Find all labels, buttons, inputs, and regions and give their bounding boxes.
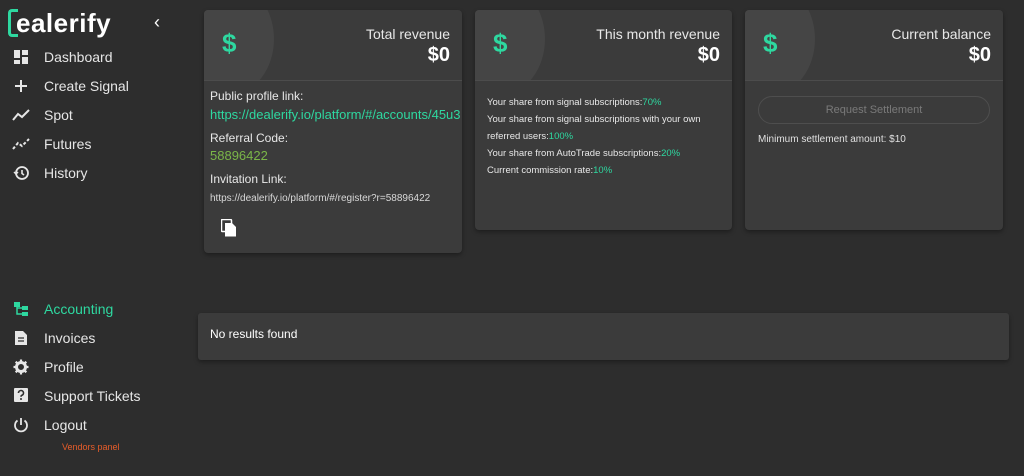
sidebar-item-spot[interactable]: Spot [12, 104, 73, 126]
sidebar-item-label: Dashboard [44, 49, 113, 65]
public-profile-label: Public profile link: [210, 89, 304, 103]
shares-list: Your share from signal subscriptions:70%… [487, 94, 721, 179]
power-icon [12, 416, 30, 434]
request-settlement-button[interactable]: Request Settlement [758, 96, 990, 124]
logo[interactable]: ealerify [8, 8, 111, 38]
sidebar-item-support-tickets[interactable]: Support Tickets [12, 385, 141, 407]
share-value: 70% [642, 97, 662, 108]
card-title: Current balance [891, 26, 991, 42]
sidebar-item-create-signal[interactable]: Create Signal [12, 75, 129, 97]
minimum-settlement-text: Minimum settlement amount: $10 [758, 134, 906, 145]
sidebar-item-invoices[interactable]: Invoices [12, 327, 95, 349]
share-text: Your share from signal subscriptions wit… [487, 114, 701, 142]
referral-code-value: 58896422 [210, 148, 268, 163]
share-line: Your share from signal subscriptions wit… [487, 111, 721, 145]
referral-code-label: Referral Code: [210, 131, 289, 145]
share-text: Your share from signal subscriptions: [487, 97, 643, 108]
card-blob [475, 10, 545, 80]
dollar-icon: $ [222, 28, 237, 58]
trend-dashed-icon [12, 135, 30, 153]
logo-text: ealerify [16, 7, 112, 38]
sidebar-item-history[interactable]: History [12, 162, 88, 184]
share-text: Your share from AutoTrade subscriptions: [487, 148, 662, 159]
card-title: Total revenue [365, 26, 450, 42]
accounting-icon [12, 300, 30, 318]
share-value: 100% [548, 131, 574, 142]
current-balance-card: $ Current balance $0 Request Settlement … [745, 10, 1003, 230]
sidebar-item-label: Spot [44, 107, 73, 123]
sidebar-item-profile[interactable]: Profile [12, 356, 84, 378]
card-blob [745, 10, 815, 80]
history-icon [12, 164, 30, 182]
card-header: $ This month revenue $0 [475, 10, 732, 81]
share-text: Current commission rate: [487, 165, 594, 176]
no-results-text: No results found [210, 327, 298, 341]
share-line: Your share from AutoTrade subscriptions:… [487, 145, 721, 162]
card-header: $ Total revenue $0 [204, 10, 462, 81]
results-panel: No results found [198, 313, 1009, 360]
month-revenue-card: $ This month revenue $0 Your share from … [475, 10, 732, 230]
sidebar-item-label: History [44, 165, 88, 181]
invitation-link-value: https://dealerify.io/platform/#/register… [210, 193, 431, 204]
share-value: 10% [593, 165, 613, 176]
chevron-left-icon[interactable]: ‹ [154, 12, 160, 33]
sidebar-item-futures[interactable]: Futures [12, 133, 91, 155]
vendors-panel-link[interactable]: Vendors panel [62, 442, 120, 452]
dollar-icon: $ [493, 28, 508, 58]
share-line: Current commission rate:10% [487, 162, 721, 179]
card-title: This month revenue [596, 26, 720, 42]
share-value: 20% [661, 148, 681, 159]
question-icon [12, 387, 30, 405]
gear-icon [12, 358, 30, 376]
card-amount: $0 [427, 44, 450, 66]
sidebar-item-label: Create Signal [44, 78, 129, 94]
sidebar-item-label: Support Tickets [44, 388, 141, 404]
invitation-link-label: Invitation Link: [210, 172, 287, 186]
dashboard-icon [12, 48, 30, 66]
copy-icon[interactable] [220, 218, 237, 242]
sidebar-item-label: Futures [44, 136, 92, 152]
sidebar-item-label: Logout [44, 417, 87, 433]
card-amount: $0 [697, 44, 720, 66]
public-profile-link[interactable]: https://dealerify.io/platform/#/accounts… [210, 107, 462, 122]
share-line: Your share from signal subscriptions:70% [487, 94, 721, 111]
card-amount: $0 [968, 44, 991, 66]
sidebar: ealerify ‹ Dashboard Create Signal Spot … [0, 0, 190, 476]
sidebar-item-label: Profile [44, 359, 84, 375]
card-blob [204, 10, 274, 80]
sidebar-item-dashboard[interactable]: Dashboard [12, 46, 113, 68]
sidebar-item-label: Invoices [44, 330, 96, 346]
sidebar-item-label: Accounting [44, 301, 114, 317]
plus-icon [12, 77, 30, 95]
sidebar-item-accounting[interactable]: Accounting [12, 298, 113, 320]
sidebar-item-logout[interactable]: Logout [12, 414, 87, 436]
dollar-icon: $ [763, 28, 778, 58]
document-icon [12, 329, 30, 347]
card-header: $ Current balance $0 [745, 10, 1003, 81]
trend-line-icon [12, 106, 30, 124]
total-revenue-card: $ Total revenue $0 Public profile link: … [204, 10, 462, 253]
